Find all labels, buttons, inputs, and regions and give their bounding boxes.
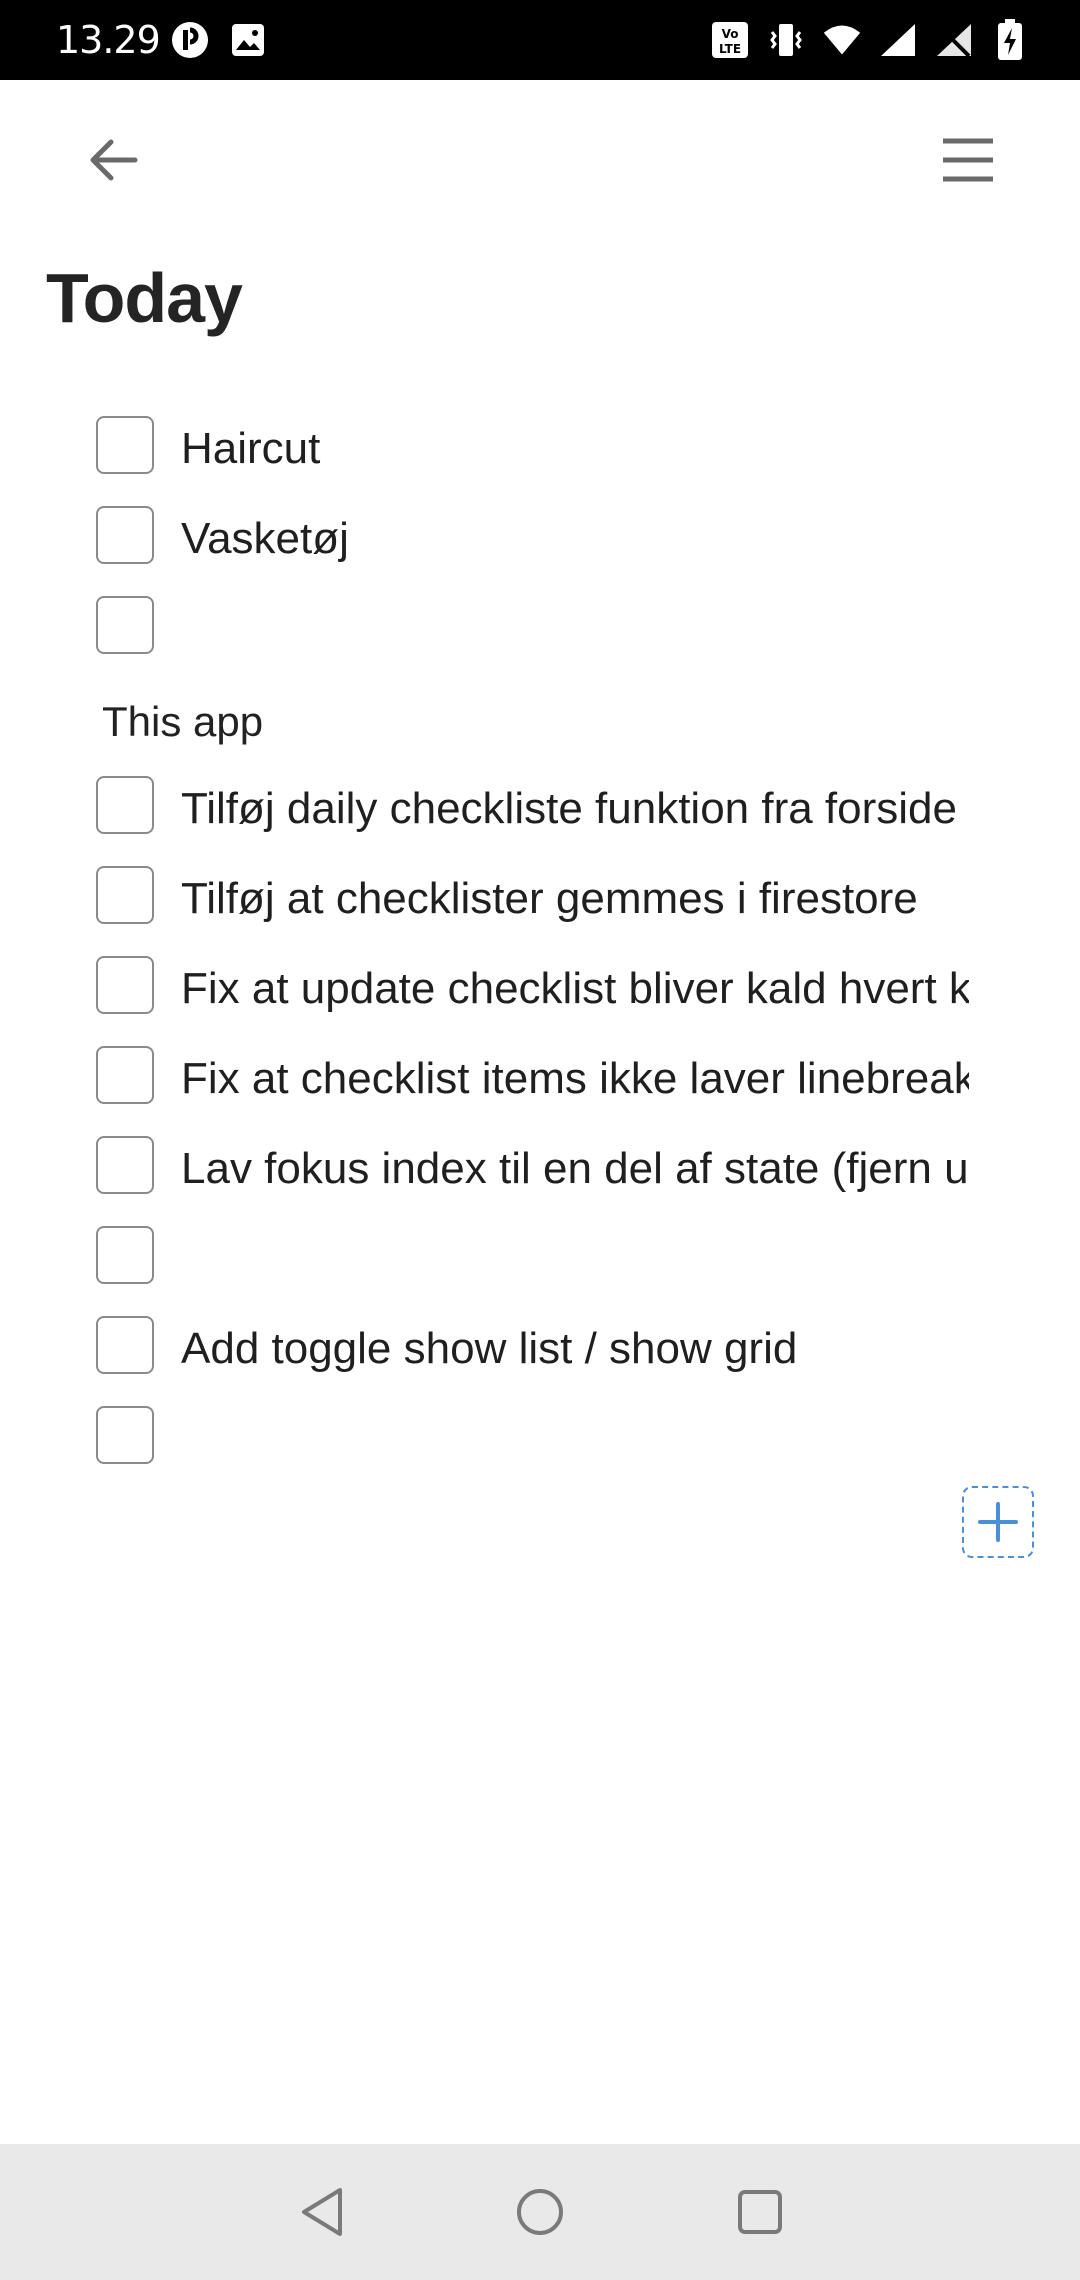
checklist-item: Tilføj daily checkliste funktion fra for…: [0, 768, 1080, 858]
checkbox[interactable]: [96, 866, 154, 924]
checklist-item-text[interactable]: Add toggle show list / show grid: [181, 1324, 969, 1374]
checklist-item-text[interactable]: Tilføj at checklister gemmes i firestore: [181, 874, 969, 924]
checklist-item: Haircut: [0, 408, 1080, 498]
checklist-item-text[interactable]: Fix at checklist items ikke laver linebr…: [181, 1054, 969, 1104]
checklist-item: [0, 1398, 1080, 1488]
checkbox[interactable]: [96, 1316, 154, 1374]
checkbox[interactable]: [96, 506, 154, 564]
checklist-item: [0, 588, 1080, 678]
signal-icon: [878, 18, 918, 62]
back-button[interactable]: [78, 128, 148, 192]
no-signal-icon: [934, 18, 974, 62]
app-bar: [0, 80, 1080, 240]
checklist-item: Add toggle show list / show grid: [0, 1308, 1080, 1398]
checkbox[interactable]: [96, 956, 154, 1014]
home-circle-icon: [517, 2189, 563, 2235]
checklist-item-text[interactable]: Vasketøj: [181, 514, 969, 564]
status-time: 13.29: [56, 18, 161, 62]
vibrate-icon: [766, 18, 806, 62]
checklist-item: [0, 1218, 1080, 1308]
add-item-button[interactable]: [962, 1486, 1034, 1558]
volte-icon: Vo LTE: [710, 18, 750, 62]
image-icon: [228, 18, 268, 62]
checklist-item: Vasketøj: [0, 498, 1080, 588]
checkbox[interactable]: [96, 1406, 154, 1464]
system-nav-bar: [0, 2144, 1080, 2280]
app-notification-icon: [170, 18, 210, 62]
battery-charging-icon: [990, 18, 1030, 62]
status-right-icons: Vo LTE: [710, 18, 1030, 62]
checkbox[interactable]: [96, 776, 154, 834]
checkbox[interactable]: [96, 1046, 154, 1104]
page-title: Today: [46, 259, 243, 337]
plus-icon: [978, 1502, 1018, 1542]
nav-back-button[interactable]: [292, 2182, 352, 2242]
checklist-item: Tilføj at checklister gemmes i firestore: [0, 858, 1080, 948]
nav-recents-button[interactable]: [730, 2182, 790, 2242]
status-left-icons: [170, 18, 268, 62]
checklist-item-text[interactable]: Haircut: [181, 424, 969, 474]
section-label[interactable]: This app: [102, 698, 263, 746]
checklist-item: Lav fokus index til en del af state (fje…: [0, 1128, 1080, 1218]
checklist-item: Fix at update checklist bliver kald hver…: [0, 948, 1080, 1038]
status-bar: 13.29 Vo LTE: [0, 0, 1080, 80]
checklist-item: Fix at checklist items ikke laver linebr…: [0, 1038, 1080, 1128]
svg-text:Vo: Vo: [722, 27, 739, 41]
menu-button[interactable]: [936, 128, 1000, 192]
checkbox[interactable]: [96, 1226, 154, 1284]
checkbox[interactable]: [96, 1136, 154, 1194]
back-triangle-icon: [302, 2188, 342, 2236]
checkbox[interactable]: [96, 416, 154, 474]
svg-text:LTE: LTE: [719, 42, 741, 56]
checklist-item-text[interactable]: Fix at update checklist bliver kald hver…: [181, 964, 969, 1014]
checklist-item-text[interactable]: Lav fokus index til en del af state (fje…: [181, 1144, 969, 1194]
wifi-icon: [822, 18, 862, 62]
checkbox[interactable]: [96, 596, 154, 654]
arrow-left-icon: [90, 139, 138, 181]
hamburger-menu-icon: [943, 138, 993, 182]
recents-square-icon: [738, 2190, 782, 2234]
checklist-item-text[interactable]: Tilføj daily checkliste funktion fra for…: [181, 784, 969, 834]
nav-home-button[interactable]: [510, 2182, 570, 2242]
